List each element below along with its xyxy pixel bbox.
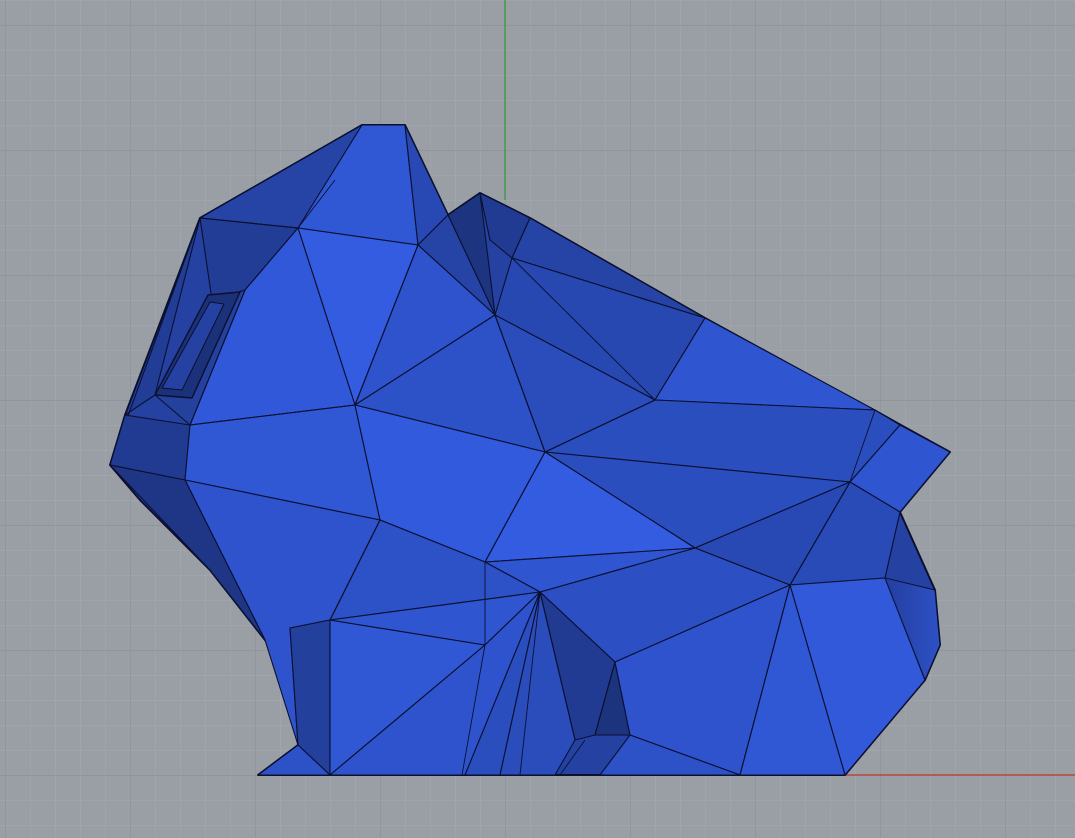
3d-viewport[interactable]: [0, 0, 1075, 838]
viewport-canvas[interactable]: [0, 0, 1075, 838]
